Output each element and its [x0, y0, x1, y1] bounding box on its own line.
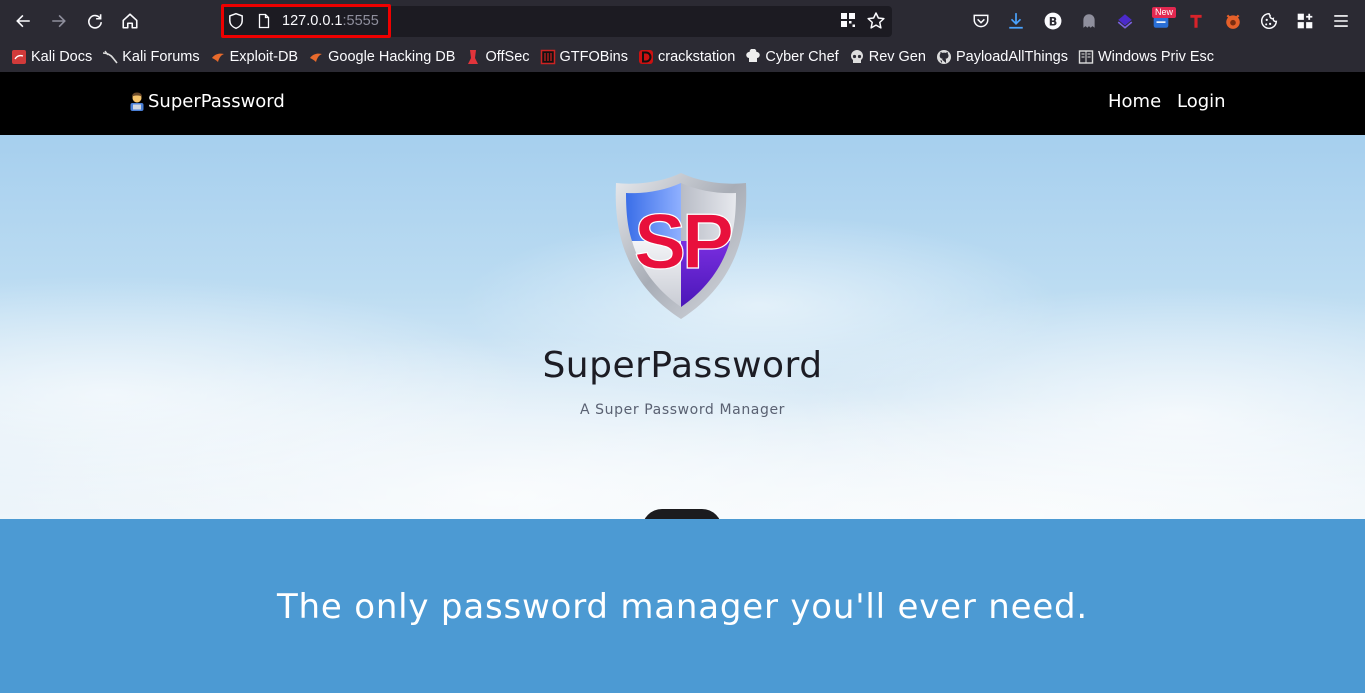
hero-title: SuperPassword [542, 345, 823, 386]
url-port: :5555 [342, 13, 379, 29]
forward-button[interactable] [47, 9, 71, 33]
arrow-left-icon [16, 14, 30, 28]
bookmark-label: Cyber Chef [765, 49, 839, 65]
site-navbar: SuperPassword Home Login [0, 72, 1365, 135]
book-icon [1078, 49, 1094, 65]
bookmark-label: Windows Priv Esc [1098, 49, 1215, 65]
offsec-icon [465, 49, 481, 65]
bookmark-label: Exploit-DB [229, 49, 299, 65]
cookie-icon[interactable] [1258, 10, 1280, 32]
bookmark-payloadallthings[interactable]: PayloadAllThings [936, 44, 1068, 70]
arrow-right-icon [52, 14, 66, 28]
bookmark-offsec[interactable]: OffSec [465, 44, 530, 70]
skull-icon [849, 49, 865, 65]
bookmark-kali-forums[interactable]: Kali Forums [102, 44, 200, 70]
logo-letters: SP [634, 197, 732, 285]
bookmark-label: OffSec [485, 49, 530, 65]
reload-icon [88, 14, 102, 29]
wappalyzer-icon[interactable] [1114, 10, 1136, 32]
bookmark-windows-priv-esc[interactable]: Windows Priv Esc [1078, 44, 1214, 70]
url-host: 127.0.0.1 [282, 13, 343, 29]
ghdb-icon [308, 49, 324, 65]
bookmark-exploit-db[interactable]: Exploit-DB [210, 44, 299, 70]
bookmark-label: crackstation [658, 49, 736, 65]
url-text[interactable]: 127.0.0.1:5555 [282, 12, 379, 30]
svg-text:B: B [1049, 15, 1058, 28]
tagline-band: The only password manager you'll ever ne… [0, 519, 1365, 693]
bookmark-rev-gen[interactable]: Rev Gen [849, 44, 926, 70]
kali-dragon-icon [102, 49, 118, 65]
extension-b-icon[interactable]: B [1042, 10, 1064, 32]
nav-login-link[interactable]: Login [1177, 91, 1226, 112]
bookmark-google-hacking-db[interactable]: Google Hacking DB [308, 44, 455, 70]
new-badge: New [1152, 7, 1177, 18]
ghost-extension-icon[interactable] [1078, 10, 1100, 32]
tagline-heading: The only password manager you'll ever ne… [276, 587, 1089, 627]
browser-toolbar: 127.0.0.1:5555 B New [0, 0, 1365, 42]
foxyproxy-icon[interactable] [1222, 10, 1244, 32]
gtfobins-icon [540, 49, 556, 65]
bookmark-label: Google Hacking DB [328, 49, 456, 65]
nav-home-link[interactable]: Home [1108, 91, 1161, 112]
bookmark-label: PayloadAllThings [955, 49, 1068, 65]
bookmark-cyber-chef[interactable]: Cyber Chef [745, 44, 839, 70]
superpassword-shield-logo: SP [615, 173, 747, 319]
bookmark-label: Rev Gen [868, 49, 926, 65]
qr-code-icon[interactable] [840, 12, 856, 28]
shield-icon[interactable] [227, 12, 245, 30]
bookmark-label: Kali Docs [31, 49, 93, 65]
hero-subtitle: A Super Password Manager [579, 402, 786, 418]
home-icon [122, 13, 138, 29]
bookmark-star-icon[interactable] [866, 11, 886, 31]
bookmark-crackstation[interactable]: crackstation [638, 44, 735, 70]
pocket-icon[interactable] [970, 10, 992, 32]
extensions-puzzle-icon[interactable] [1294, 10, 1316, 32]
home-button[interactable] [118, 9, 142, 33]
technologist-emoji-icon [130, 92, 144, 111]
cyber-chef-icon [745, 49, 761, 65]
reload-button[interactable] [83, 9, 107, 33]
bookmark-label: Kali Forums [122, 49, 200, 65]
bookmarks-bar: Kali Docs Kali Forums Exploit-DB Google … [0, 42, 1365, 72]
page-icon[interactable] [256, 12, 272, 30]
brand-name: SuperPassword [148, 91, 285, 112]
bookmark-kali-docs[interactable]: Kali Docs [11, 44, 92, 70]
bookmark-label: GTFOBins [559, 49, 628, 65]
download-icon[interactable] [1005, 10, 1027, 32]
hero-section: SP SuperPassword A Super Password Manage… [0, 135, 1365, 529]
exploit-db-icon [210, 49, 226, 65]
web-page: SuperPassword Home Login SP SuperPasswor… [0, 72, 1365, 693]
brand-link[interactable]: SuperPassword [127, 91, 285, 112]
bookmark-gtfobins[interactable]: GTFOBins [540, 44, 628, 70]
kali-docs-icon [11, 49, 27, 65]
github-icon [936, 49, 952, 65]
menu-hamburger-icon[interactable] [1330, 10, 1352, 32]
tampermonkey-t-icon[interactable] [1185, 10, 1207, 32]
crackstation-icon [638, 49, 654, 65]
back-button[interactable] [11, 9, 35, 33]
